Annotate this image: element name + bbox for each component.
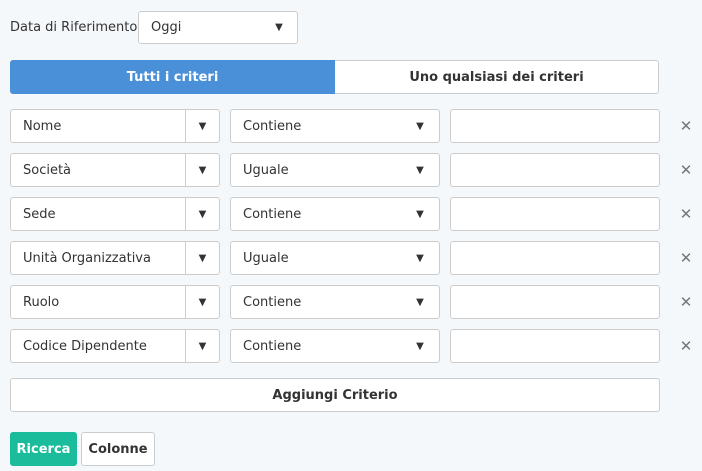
- chevron-down-icon: ▼: [185, 330, 219, 362]
- match-all-button[interactable]: Tutti i criteri: [10, 60, 335, 94]
- operator-select-value: Contiene: [243, 206, 302, 222]
- criterion-value-input[interactable]: [450, 285, 660, 319]
- remove-criterion-icon[interactable]: ✕: [678, 329, 694, 363]
- criterion-row: Unità Organizzativa ▼ Uguale ▼ ✕: [10, 241, 700, 275]
- operator-select[interactable]: Contiene ▼: [230, 329, 440, 363]
- remove-criterion-icon[interactable]: ✕: [678, 241, 694, 275]
- operator-select-value: Contiene: [243, 294, 302, 310]
- chevron-down-icon: ▼: [185, 198, 219, 230]
- field-select-value: Ruolo: [23, 294, 60, 310]
- field-select-value: Nome: [23, 118, 62, 134]
- reference-date-value: Oggi: [151, 20, 182, 35]
- criterion-value-input[interactable]: [450, 109, 660, 143]
- criterion-row: Codice Dipendente ▼ Contiene ▼ ✕: [10, 329, 700, 363]
- chevron-down-icon: ▼: [416, 252, 424, 264]
- operator-select[interactable]: Uguale ▼: [230, 241, 440, 275]
- field-select[interactable]: Codice Dipendente ▼: [10, 329, 220, 363]
- operator-select-value: Uguale: [243, 250, 289, 266]
- chevron-down-icon: ▼: [416, 120, 424, 132]
- criterion-value-input[interactable]: [450, 153, 660, 187]
- criterion-row: Sede ▼ Contiene ▼ ✕: [10, 197, 700, 231]
- chevron-down-icon: ▼: [185, 110, 219, 142]
- remove-criterion-icon[interactable]: ✕: [678, 285, 694, 319]
- add-criterion-button[interactable]: Aggiungi Criterio: [10, 378, 660, 412]
- field-select[interactable]: Unità Organizzativa ▼: [10, 241, 220, 275]
- match-any-button[interactable]: Uno qualsiasi dei criteri: [335, 60, 659, 94]
- criterion-row: Nome ▼ Contiene ▼ ✕: [10, 109, 700, 143]
- criterion-row: Ruolo ▼ Contiene ▼ ✕: [10, 285, 700, 319]
- chevron-down-icon: ▼: [416, 340, 424, 352]
- chevron-down-icon: ▼: [416, 164, 424, 176]
- field-select[interactable]: Ruolo ▼: [10, 285, 220, 319]
- chevron-down-icon: ▼: [185, 154, 219, 186]
- operator-select[interactable]: Contiene ▼: [230, 197, 440, 231]
- remove-criterion-icon[interactable]: ✕: [678, 153, 694, 187]
- field-select-value: Codice Dipendente: [23, 338, 147, 354]
- operator-select[interactable]: Contiene ▼: [230, 285, 440, 319]
- columns-button[interactable]: Colonne: [81, 432, 155, 466]
- operator-select[interactable]: Contiene ▼: [230, 109, 440, 143]
- chevron-down-icon: ▼: [416, 208, 424, 220]
- field-select[interactable]: Nome ▼: [10, 109, 220, 143]
- remove-criterion-icon[interactable]: ✕: [678, 197, 694, 231]
- chevron-down-icon: ▼: [416, 296, 424, 308]
- operator-select-value: Uguale: [243, 162, 289, 178]
- field-select-value: Unità Organizzativa: [23, 250, 151, 266]
- match-mode-toggle: Tutti i criteri Uno qualsiasi dei criter…: [10, 60, 659, 94]
- reference-date-row: Data di Riferimento Oggi ▼: [10, 11, 298, 44]
- reference-date-label: Data di Riferimento: [10, 20, 138, 35]
- remove-criterion-icon[interactable]: ✕: [678, 109, 694, 143]
- criterion-value-input[interactable]: [450, 329, 660, 363]
- field-select[interactable]: Sede ▼: [10, 197, 220, 231]
- field-select[interactable]: Società ▼: [10, 153, 220, 187]
- chevron-down-icon: ▼: [185, 242, 219, 274]
- chevron-down-icon: ▼: [275, 22, 283, 33]
- operator-select-value: Contiene: [243, 338, 302, 354]
- reference-date-select[interactable]: Oggi ▼: [138, 11, 298, 44]
- criterion-row: Società ▼ Uguale ▼ ✕: [10, 153, 700, 187]
- criterion-value-input[interactable]: [450, 197, 660, 231]
- chevron-down-icon: ▼: [185, 286, 219, 318]
- operator-select[interactable]: Uguale ▼: [230, 153, 440, 187]
- criterion-value-input[interactable]: [450, 241, 660, 275]
- search-button[interactable]: Ricerca: [10, 432, 77, 466]
- operator-select-value: Contiene: [243, 118, 302, 134]
- field-select-value: Sede: [23, 206, 56, 222]
- field-select-value: Società: [23, 162, 72, 178]
